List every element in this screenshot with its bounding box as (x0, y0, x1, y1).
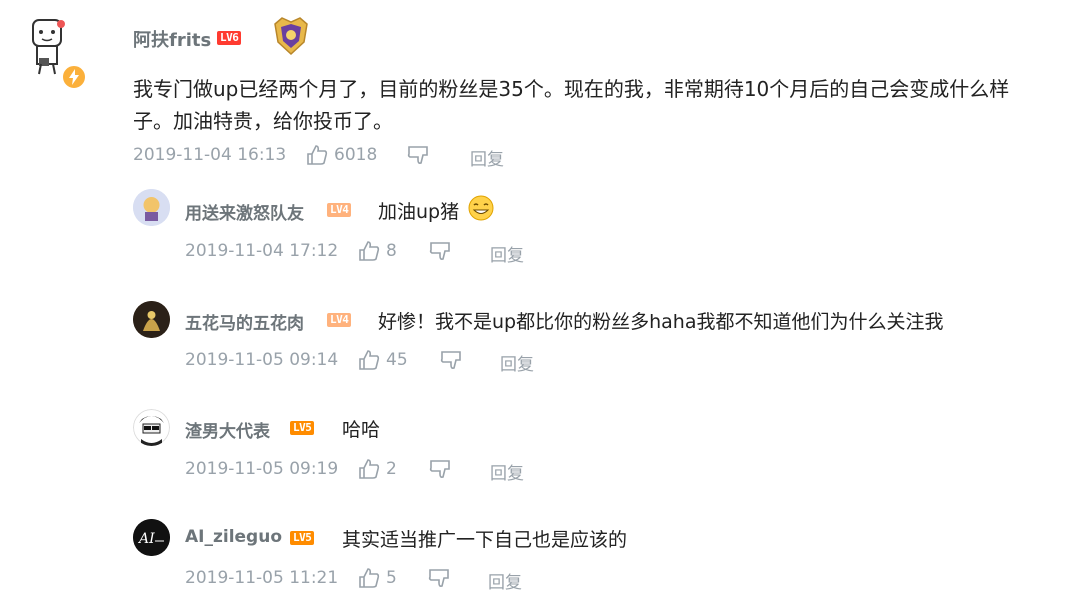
like-count: 5 (386, 568, 397, 588)
timestamp: 2019-11-04 17:12 (185, 241, 339, 261)
level-badge: LV5 (290, 421, 315, 435)
dislike-button[interactable] (429, 241, 451, 263)
thumbs-down-icon (429, 242, 450, 260)
username[interactable]: 五花马的五花肉 (185, 309, 304, 334)
like-button[interactable]: 2 (358, 457, 397, 481)
lightning-badge-icon (61, 64, 87, 90)
svg-text:AI: AI (137, 531, 155, 547)
thumbs-up-icon (359, 241, 380, 261)
avatar[interactable] (133, 409, 170, 446)
username[interactable]: 渣男大代表 (185, 417, 270, 442)
like-count: 8 (386, 241, 397, 261)
thumbs-down-icon (440, 351, 461, 369)
thumbs-down-icon (407, 146, 428, 164)
username[interactable]: 阿扶frits (133, 26, 211, 52)
like-button[interactable]: 5 (358, 566, 397, 590)
avatar[interactable] (133, 301, 170, 338)
username[interactable]: AI_zileguo (185, 527, 282, 547)
timestamp: 2019-11-05 09:14 (185, 350, 339, 370)
like-count: 45 (386, 350, 408, 370)
timestamp: 2019-11-05 11:21 (185, 568, 339, 588)
like-button[interactable]: 6018 (306, 143, 377, 167)
like-button[interactable]: 8 (358, 239, 397, 263)
reply-button[interactable]: 回复 (488, 568, 522, 593)
reply-text: 其实适当推广一下自己也是应该的 (342, 529, 628, 551)
reply-item: 用送来激怒队友 LV4 加油up猪 2019-11-04 17:12 8 回复 (0, 180, 1080, 280)
thumbs-down-icon (428, 569, 449, 587)
username[interactable]: 用送来激怒队友 (185, 199, 304, 224)
thumbs-up-icon (359, 350, 380, 370)
grin-emoji-icon (468, 195, 494, 221)
reply-button[interactable]: 回复 (490, 241, 524, 266)
thumbs-up-icon (307, 145, 328, 165)
like-button[interactable]: 45 (358, 348, 408, 372)
thumbs-up-icon (359, 568, 380, 588)
avatar[interactable] (133, 189, 170, 226)
like-count: 2 (386, 459, 397, 479)
reply-button[interactable]: 回复 (470, 145, 504, 170)
level-badge: LV6 (217, 31, 242, 45)
dislike-button[interactable] (428, 568, 450, 590)
reply-button[interactable]: 回复 (500, 350, 534, 375)
thumbs-up-icon (359, 459, 380, 479)
level-badge: LV5 (290, 531, 315, 545)
reply-text: 加油up猪 (378, 201, 460, 223)
thumbs-down-icon (429, 460, 450, 478)
reply-button[interactable]: 回复 (490, 459, 524, 484)
timestamp: 2019-11-04 16:13 (133, 145, 287, 165)
reply-text: 好惨！我不是up都比你的粉丝多haha我都不知道他们为什么关注我 (378, 311, 944, 333)
dislike-button[interactable] (440, 350, 462, 372)
dislike-button[interactable] (429, 459, 451, 481)
medal-icon (270, 16, 312, 56)
reply-item: 五花马的五花肉 LV4 好惨！我不是up都比你的粉丝多haha我都不知道他们为什… (0, 290, 1080, 390)
dislike-button[interactable] (407, 145, 429, 167)
main-comment: 阿扶frits LV6 我专门做up已经两个月了，目前的粉丝是35个。现在的我，… (0, 0, 1080, 180)
reply-item: AI AI_zileguo LV5 其实适当推广一下自己也是应该的 2019-1… (0, 510, 1080, 610)
comment-text-line2: 子。加油特贵，给你投币了。 (133, 109, 393, 133)
timestamp: 2019-11-05 09:19 (185, 459, 339, 479)
like-count: 6018 (334, 145, 378, 165)
level-badge: LV4 (327, 203, 352, 217)
avatar[interactable]: AI (133, 519, 170, 556)
level-badge: LV4 (327, 313, 352, 327)
reply-item: 渣男大代表 LV5 哈哈 2019-11-05 09:19 2 回复 (0, 400, 1080, 500)
comment-text-line1: 我专门做up已经两个月了，目前的粉丝是35个。现在的我，非常期待10个月后的自己… (133, 77, 1010, 101)
reply-text: 哈哈 (342, 419, 381, 441)
